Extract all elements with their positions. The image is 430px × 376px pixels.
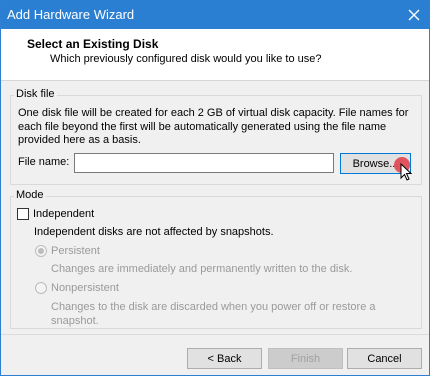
persistent-radio-dot (38, 248, 44, 254)
independent-checkbox[interactable] (17, 208, 29, 220)
persistent-label[interactable]: Persistent (51, 245, 100, 258)
nonpersistent-description-line1: Changes to the disk are discarded when y… (51, 301, 376, 313)
footer-divider (1, 334, 429, 335)
file-name-label: File name: (18, 156, 70, 168)
wizard-header: Select an Existing Disk Which previously… (1, 29, 429, 81)
mouse-cursor-icon (400, 163, 412, 181)
back-button[interactable]: < Back (187, 348, 262, 369)
close-icon[interactable] (399, 1, 429, 29)
page-title: Select an Existing Disk (27, 37, 159, 51)
mode-group-label: Mode (14, 189, 46, 201)
persistent-radio[interactable] (35, 245, 47, 257)
nonpersistent-radio[interactable] (35, 282, 47, 294)
close-x-glyph (408, 9, 420, 21)
nonpersistent-description-line2: snapshot. (51, 315, 99, 327)
disk-file-description-line2: each file beyond the first will be autom… (18, 121, 387, 133)
disk-file-description-line1: One disk file will be created for each 2… (18, 107, 409, 119)
cancel-button[interactable]: Cancel (347, 348, 422, 369)
nonpersistent-label[interactable]: Nonpersistent (51, 282, 119, 295)
cancel-button-label: Cancel (367, 352, 402, 365)
independent-label[interactable]: Independent (33, 208, 94, 221)
page-subtitle: Which previously configured disk would y… (50, 53, 322, 65)
finish-button-label: Finish (290, 352, 321, 365)
back-button-label: < Back (207, 352, 242, 365)
add-hardware-wizard-window: Add Hardware Wizard Select an Existing D… (0, 0, 430, 376)
window-title: Add Hardware Wizard (7, 7, 135, 22)
persistent-description: Changes are immediately and permanently … (51, 263, 353, 275)
browse-button-label: Browse... (352, 157, 399, 170)
disk-file-group-label: Disk file (14, 88, 57, 100)
file-name-input[interactable] (74, 153, 334, 173)
finish-button[interactable]: Finish (268, 348, 343, 369)
disk-file-description-line3: provided here as a basis. (18, 134, 141, 146)
title-bar[interactable]: Add Hardware Wizard (1, 1, 429, 29)
independent-note: Independent disks are not affected by sn… (34, 226, 274, 238)
